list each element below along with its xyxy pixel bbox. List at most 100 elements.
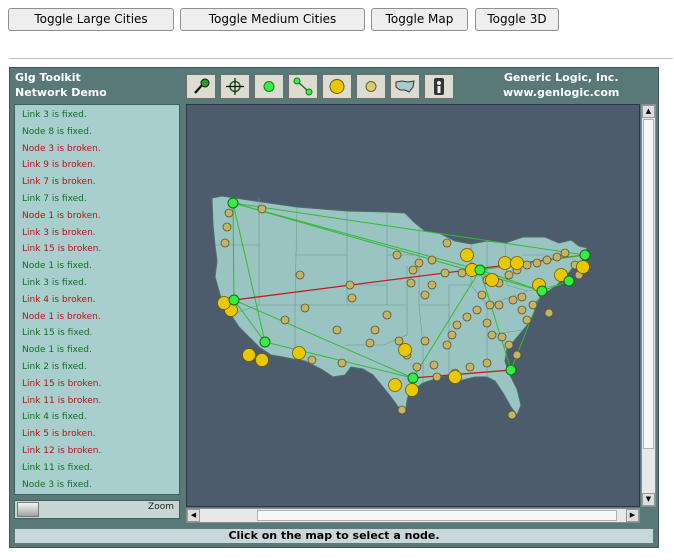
network-node[interactable] [536, 285, 548, 297]
medium-city-marker[interactable] [432, 372, 442, 382]
medium-city-marker[interactable] [512, 350, 522, 360]
medium-city-marker[interactable] [452, 320, 462, 330]
medium-city-marker[interactable] [532, 258, 542, 268]
network-node[interactable] [228, 294, 240, 306]
medium-city-marker[interactable] [414, 258, 424, 268]
crosshair-tool-button[interactable] [220, 74, 250, 99]
large-city-marker[interactable] [405, 383, 419, 397]
large-city-marker[interactable] [398, 343, 412, 357]
network-node[interactable] [474, 264, 486, 276]
node-tool-button[interactable] [254, 74, 284, 99]
medium-city-marker[interactable] [522, 315, 532, 325]
medium-city-marker[interactable] [408, 265, 418, 275]
medium-city-marker[interactable] [370, 325, 380, 335]
network-map[interactable] [186, 104, 640, 507]
network-node[interactable] [227, 197, 239, 209]
large-city-marker[interactable] [388, 378, 402, 392]
medium-city-tool-button[interactable] [356, 74, 386, 99]
large-city-marker[interactable] [448, 370, 462, 384]
medium-city-marker[interactable] [392, 250, 402, 260]
large-city-marker[interactable] [242, 348, 256, 362]
map-tool-button[interactable] [390, 74, 420, 99]
medium-city-marker[interactable] [332, 325, 342, 335]
large-city-marker[interactable] [510, 256, 524, 270]
large-city-marker[interactable] [498, 256, 512, 270]
medium-city-marker[interactable] [295, 270, 305, 280]
large-city-marker[interactable] [292, 346, 306, 360]
medium-city-marker[interactable] [337, 358, 347, 368]
medium-city-marker[interactable] [420, 290, 430, 300]
medium-city-marker[interactable] [307, 355, 317, 365]
medium-city-marker[interactable] [517, 305, 527, 315]
medium-city-marker[interactable] [482, 358, 492, 368]
toggle-medium-cities-button[interactable]: Toggle Medium Cities [180, 8, 365, 31]
medium-city-marker[interactable] [504, 270, 514, 280]
horizontal-scroll-thumb[interactable] [257, 510, 617, 521]
toggle-large-cities-button[interactable]: Toggle Large Cities [8, 8, 174, 31]
medium-city-marker[interactable] [420, 336, 430, 346]
medium-city-marker[interactable] [542, 255, 552, 265]
medium-city-marker[interactable] [257, 204, 267, 214]
network-node[interactable] [563, 275, 575, 287]
large-city-marker[interactable] [460, 248, 474, 262]
vertical-scroll-thumb[interactable] [643, 119, 654, 449]
scroll-left-icon[interactable]: ◀ [187, 509, 200, 522]
medium-city-marker[interactable] [482, 318, 492, 328]
large-city-marker[interactable] [485, 273, 499, 287]
medium-city-marker[interactable] [397, 405, 407, 415]
medium-city-marker[interactable] [528, 300, 538, 310]
link-tool-button[interactable] [288, 74, 318, 99]
medium-city-marker[interactable] [507, 410, 517, 420]
medium-city-marker[interactable] [406, 278, 416, 288]
zoom-slider-thumb[interactable] [17, 502, 39, 517]
medium-city-marker[interactable] [494, 300, 504, 310]
medium-city-marker[interactable] [497, 332, 507, 342]
medium-city-marker[interactable] [504, 340, 514, 350]
locate-tool-button[interactable] [186, 74, 216, 99]
network-node[interactable] [505, 364, 517, 376]
medium-city-marker[interactable] [442, 238, 452, 248]
medium-city-marker[interactable] [280, 315, 290, 325]
vertical-scrollbar[interactable]: ▲ ▼ [641, 104, 656, 507]
large-city-marker[interactable] [576, 260, 590, 274]
toggle-map-button[interactable]: Toggle Map [371, 8, 468, 31]
info-tool-button[interactable] [424, 74, 454, 99]
medium-city-marker[interactable] [465, 362, 475, 372]
medium-city-marker[interactable] [220, 238, 230, 248]
medium-city-marker[interactable] [447, 330, 457, 340]
medium-city-marker[interactable] [477, 290, 487, 300]
medium-city-marker[interactable] [440, 268, 450, 278]
medium-city-marker[interactable] [345, 280, 355, 290]
medium-city-marker[interactable] [462, 312, 472, 322]
medium-city-marker[interactable] [517, 292, 527, 302]
medium-city-marker[interactable] [300, 303, 310, 313]
network-node[interactable] [259, 336, 271, 348]
medium-city-marker[interactable] [412, 362, 422, 372]
medium-city-marker[interactable] [457, 268, 467, 278]
network-node[interactable] [407, 372, 419, 384]
scroll-right-icon[interactable]: ▶ [626, 509, 639, 522]
medium-city-marker[interactable] [427, 255, 437, 265]
medium-city-marker[interactable] [347, 293, 357, 303]
medium-city-marker[interactable] [487, 330, 497, 340]
medium-city-marker[interactable] [508, 295, 518, 305]
scroll-up-icon[interactable]: ▲ [642, 105, 655, 118]
medium-city-marker[interactable] [222, 222, 232, 232]
toggle-3d-button[interactable]: Toggle 3D [475, 8, 559, 31]
medium-city-marker[interactable] [429, 360, 439, 370]
zoom-slider[interactable]: Zoom [14, 500, 180, 519]
large-city-marker[interactable] [255, 353, 269, 367]
network-node[interactable] [579, 249, 591, 261]
medium-city-marker[interactable] [544, 308, 554, 318]
medium-city-marker[interactable] [552, 252, 562, 262]
medium-city-marker[interactable] [485, 300, 495, 310]
map-canvas[interactable] [187, 105, 639, 506]
medium-city-marker[interactable] [382, 310, 392, 320]
large-city-tool-button[interactable] [322, 74, 352, 99]
large-city-marker[interactable] [217, 296, 231, 310]
medium-city-marker[interactable] [472, 305, 482, 315]
scroll-down-icon[interactable]: ▼ [642, 493, 655, 506]
medium-city-marker[interactable] [442, 340, 452, 350]
medium-city-marker[interactable] [427, 280, 437, 290]
medium-city-marker[interactable] [224, 208, 234, 218]
